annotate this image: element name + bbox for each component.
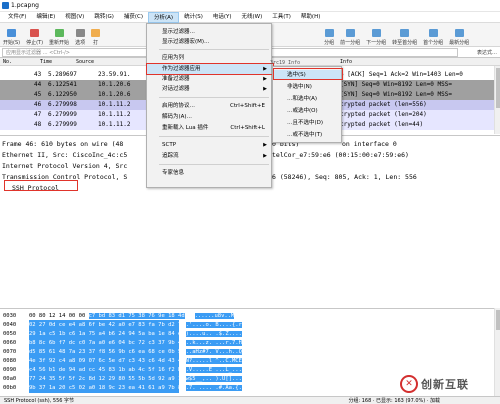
menu-item-display-filter-macros[interactable]: 显示过滤器宏(M)…: [147, 37, 271, 47]
tree-item-ethernet[interactable]: Ethernet II, Src: CiscoInc_4c:c5: [2, 150, 127, 160]
menu-statistics[interactable]: 统计(S): [179, 12, 208, 23]
col-no[interactable]: No.: [3, 59, 12, 65]
arrow-right-icon: [324, 29, 334, 37]
menu-bar: 文件(F) 编辑(E) 视图(V) 跳转(G) 捕获(C) 分析(A) 统计(S…: [0, 11, 500, 23]
gear-icon: [75, 29, 85, 37]
capture-options-button[interactable]: 选项: [72, 24, 88, 46]
watermark-text: 创新互联: [421, 378, 469, 391]
scroll-thumb[interactable]: [496, 310, 500, 330]
submenu-item-and-not-selected[interactable]: …且不选中(D): [273, 118, 341, 128]
arrow-up-icon: [400, 29, 410, 37]
submenu-item-not-selected[interactable]: 非选中(N): [273, 82, 341, 92]
detail-ethernet-tail: telCor_e7:59:e6 (00:15:00:e7:59:e6): [272, 151, 409, 159]
menu-item-follow-stream[interactable]: 追踪流 ▶: [147, 151, 271, 161]
menu-item-expert-info[interactable]: 专家信息: [147, 168, 271, 178]
tree-item-frame[interactable]: Frame 46: 610 bytes on wire (48: [2, 139, 123, 149]
stop-icon: [30, 29, 40, 37]
status-left: SSH Protocol (ssh), 556 字节: [4, 398, 75, 404]
menu-capture[interactable]: 捕获(C): [119, 12, 148, 23]
menu-item-sctp[interactable]: SCTP ▶: [147, 140, 271, 150]
packet-list-scrollbar[interactable]: [494, 66, 500, 134]
chevron-right-icon: ▶: [263, 142, 267, 148]
title-bar: 1.pcapng: [0, 0, 500, 12]
wireshark-app-icon: [2, 2, 9, 9]
menu-help[interactable]: 帮助(H): [296, 12, 325, 23]
red-annotation-box: [273, 68, 343, 80]
first-packet-button[interactable]: 首个分组: [420, 24, 446, 46]
restart-icon: [54, 29, 64, 37]
status-bar: SSH Protocol (ssh), 556 字节 分组: 168 · 已显示…: [0, 396, 500, 404]
chevron-right-icon: ▶: [263, 76, 267, 82]
col-source[interactable]: Source: [76, 59, 94, 65]
menu-file[interactable]: 文件(F): [3, 12, 31, 23]
menu-item-prepare-filter[interactable]: 准备过滤器 ▶: [147, 74, 271, 84]
col-time[interactable]: Time: [40, 59, 52, 65]
red-annotation-box: [146, 63, 274, 75]
menu-item-display-filters[interactable]: 显示过滤器…: [147, 27, 271, 37]
watermark: ✕ 创新互联: [400, 372, 500, 396]
brand-logo-icon: ✕: [400, 375, 418, 393]
open-file-button[interactable]: 打: [88, 24, 103, 46]
menu-separator: [159, 49, 269, 50]
arrow-right-icon: [371, 29, 381, 37]
menu-separator: [159, 164, 269, 165]
menu-analyze[interactable]: 分析(A): [148, 11, 180, 23]
menu-item-conversation-filter[interactable]: 对话过滤器 ▶: [147, 84, 271, 94]
red-annotation-box: [4, 180, 78, 191]
arrow-bottom-icon: [454, 29, 464, 37]
detail-tcp-tail: 6 (58246), Seq: 805, Ack: 1, Len: 556: [272, 173, 417, 181]
menu-go[interactable]: 跳转(G): [89, 12, 119, 23]
menu-edit[interactable]: 编辑(E): [31, 12, 60, 23]
window-title: 1.pcapng: [11, 2, 39, 9]
tree-item-ipv4[interactable]: Internet Protocol Version 4, Src: [2, 161, 127, 171]
restart-capture-button[interactable]: 重新开始: [46, 24, 72, 46]
scroll-thumb[interactable]: [496, 68, 500, 108]
menu-item-decode-as[interactable]: 解码为(A)…: [147, 112, 271, 122]
expression-button[interactable]: 表达式…: [460, 49, 500, 56]
menu-item-reload-lua[interactable]: 重新载入 Lua 插件 Ctrl+Shift+L: [147, 123, 271, 133]
menu-view[interactable]: 视图(V): [60, 12, 89, 23]
detail-frame-tail: on interface 0: [342, 140, 397, 148]
hex-row[interactable]: 00b0 9b 37 1a 20 c5 02 a0 18 9c 23 ea 41 …: [3, 383, 242, 393]
menu-separator: [159, 97, 269, 98]
submenu-peek-text: 3rc19 Info: [270, 60, 301, 66]
arrow-top-icon: [428, 29, 438, 37]
prev-packet-button[interactable]: 前一分组: [337, 24, 363, 46]
chevron-right-icon: ▶: [263, 153, 267, 159]
folder-icon: [91, 29, 101, 37]
menu-item-apply-as-column[interactable]: 应用为列: [147, 53, 271, 63]
menu-tools[interactable]: 工具(T): [267, 12, 296, 23]
col-info[interactable]: Info: [340, 59, 352, 65]
goto-first-packet-button[interactable]: 转至首分组: [389, 24, 420, 46]
menu-telephony[interactable]: 电话(Y): [208, 12, 237, 23]
submenu-item-or-selected[interactable]: …或选中(O): [273, 106, 341, 116]
analyze-menu-dropdown: 显示过滤器… 显示过滤器宏(M)… 应用为列 作为过滤器应用 ▶ 准备过滤器 ▶ 对…: [146, 23, 272, 188]
stop-capture-button[interactable]: 停止(T): [23, 24, 46, 46]
status-right: 分组: 168 · 已显示: 163 (97.0%) · 加载: [348, 398, 440, 404]
last-packet-button[interactable]: 最新分组: [446, 24, 472, 46]
submenu-item-or-not-selected[interactable]: …或不选中(T): [273, 130, 341, 140]
start-capture-button[interactable]: 开始(S): [0, 24, 23, 46]
shark-fin-icon: [7, 29, 17, 37]
arrow-left-icon: [345, 29, 355, 37]
submenu-item-and-selected[interactable]: …和选中(A): [273, 94, 341, 104]
chevron-right-icon: ▶: [263, 86, 267, 92]
menu-separator: [159, 136, 269, 137]
goto-packet-button[interactable]: 分组: [321, 24, 337, 46]
next-packet-button[interactable]: 下一分组: [363, 24, 389, 46]
menu-item-enabled-protocols[interactable]: 启用的协议… Ctrl+Shift+E: [147, 101, 271, 111]
menu-wireless[interactable]: 无线(W): [237, 12, 268, 23]
